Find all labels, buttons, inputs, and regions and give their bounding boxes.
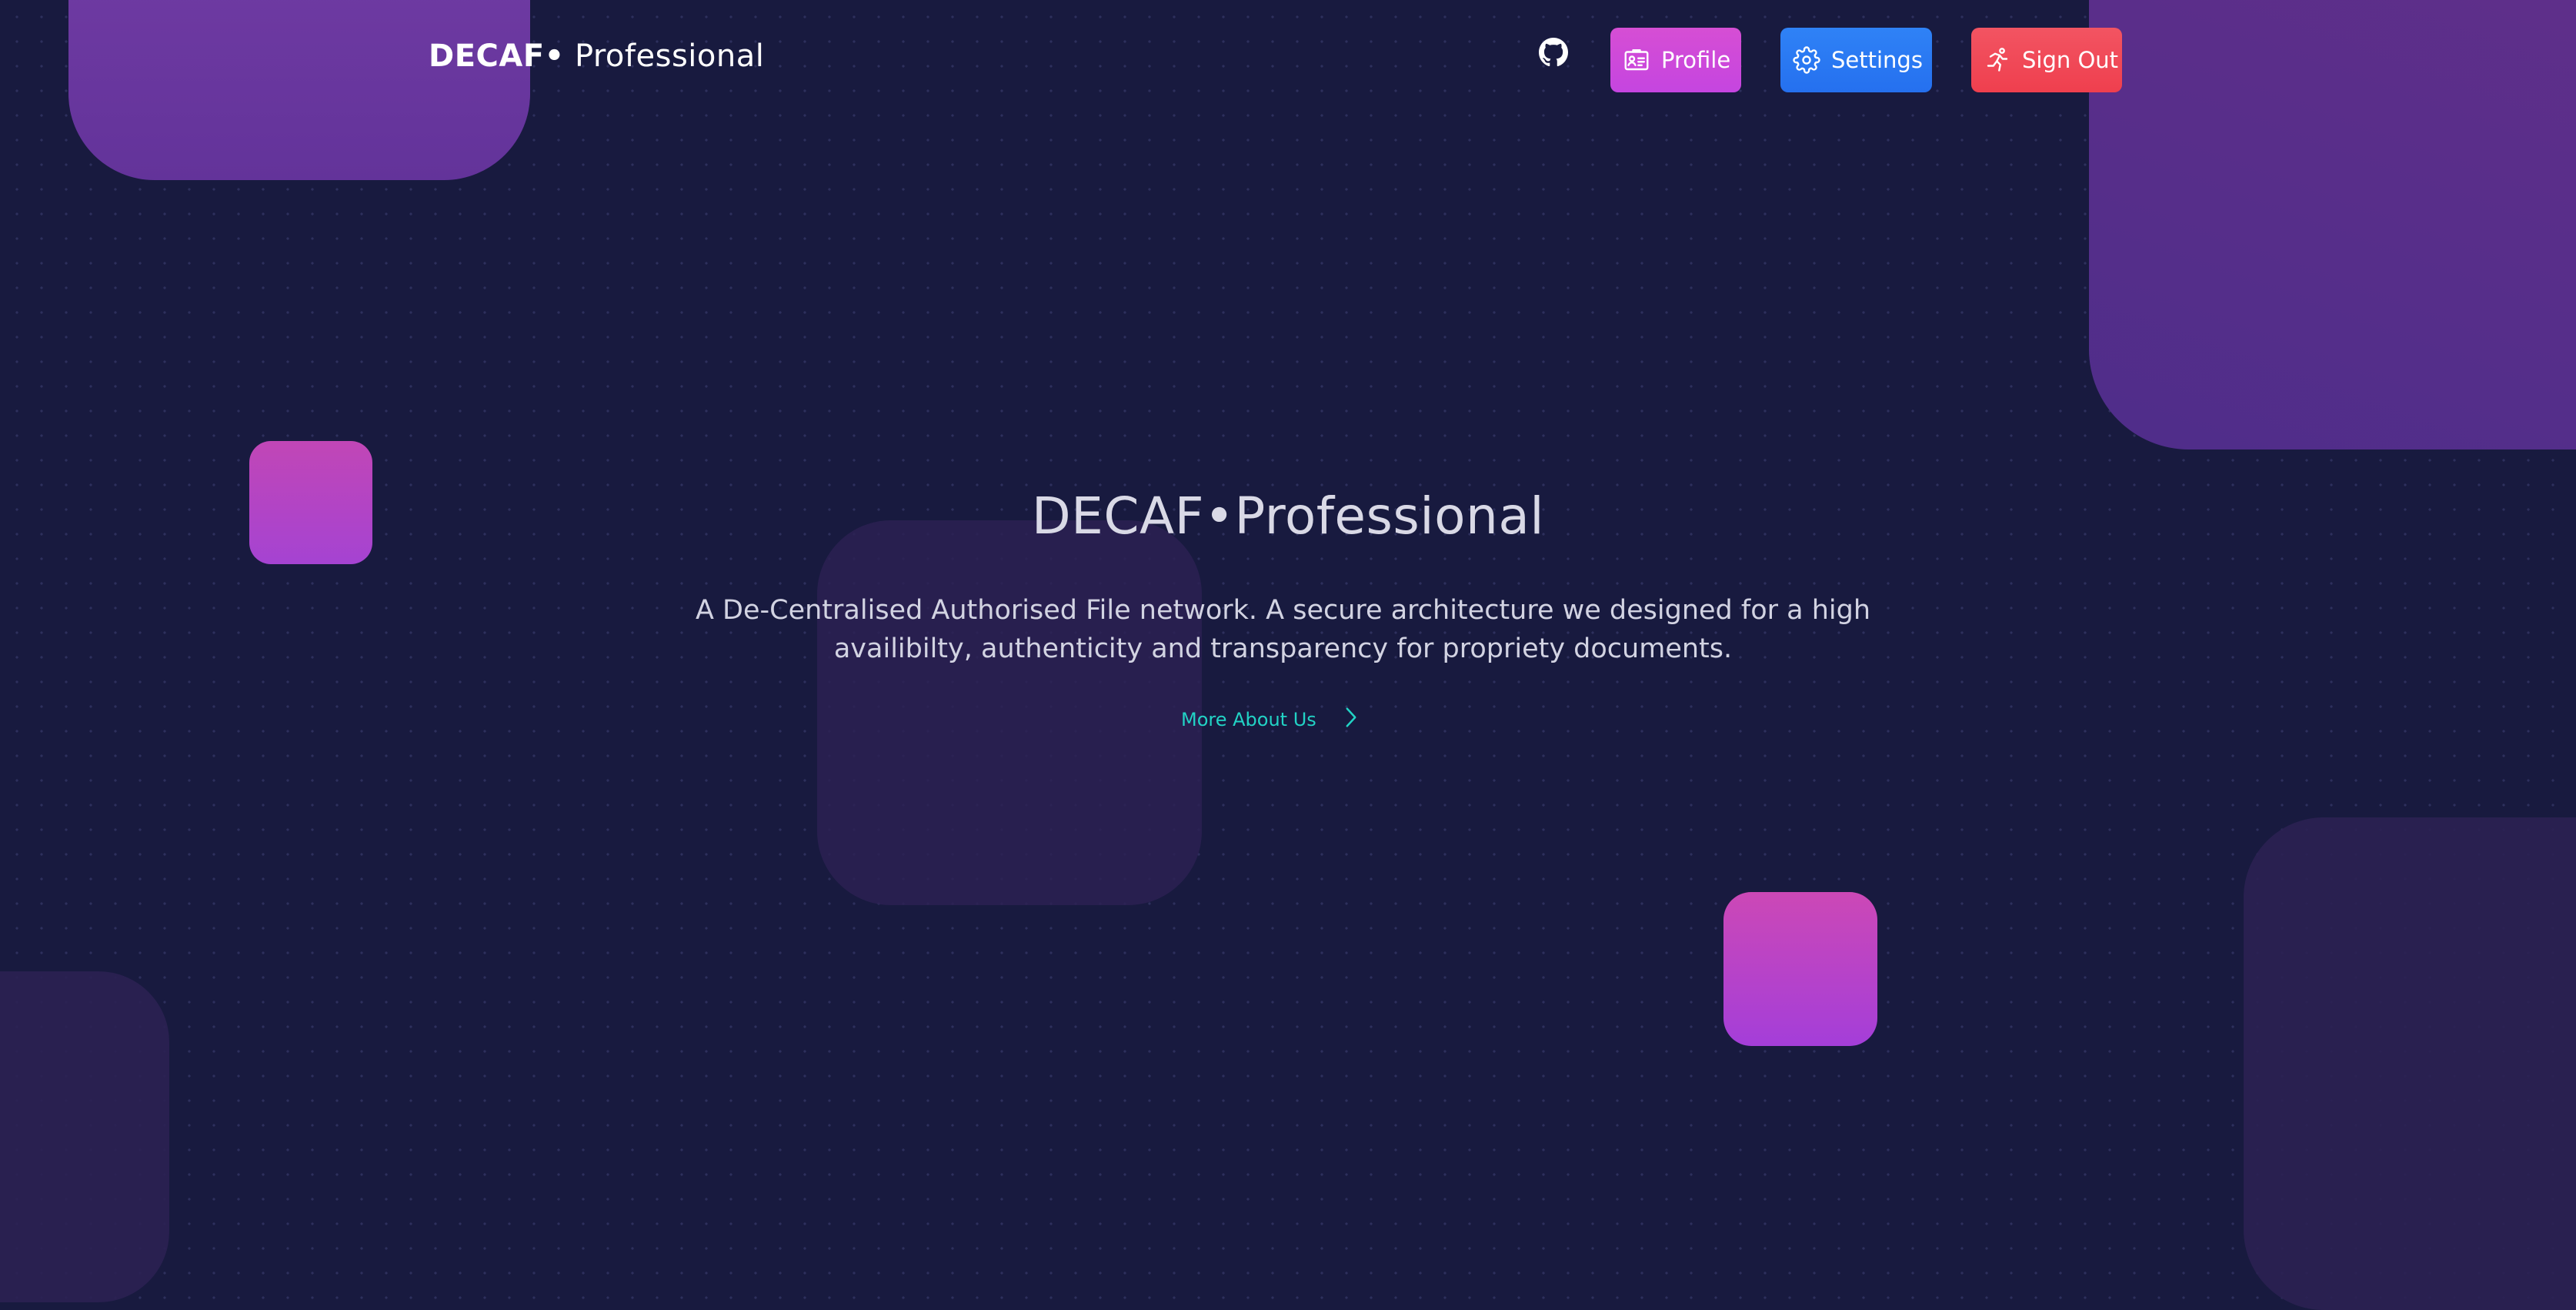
gear-icon (1793, 45, 1820, 75)
brand-name-bold: DECAF• (429, 38, 565, 74)
sign-out-button[interactable]: Sign Out (1971, 28, 2122, 92)
profile-button-label: Profile (1661, 47, 1731, 73)
id-card-icon (1623, 45, 1650, 75)
hero-description: A De-Centralised Authorised File network… (695, 595, 1871, 664)
decorative-shape-center (817, 520, 1202, 905)
settings-button-label: Settings (1831, 47, 1923, 73)
running-person-icon (1984, 45, 2011, 75)
brand-name-light: Professional (564, 38, 765, 74)
more-about-us-label: More About Us (1181, 709, 1316, 730)
decorative-shape-bottom-left (0, 971, 169, 1302)
decorative-shape-bottom-right (2244, 817, 2576, 1310)
sign-out-button-label: Sign Out (2022, 47, 2119, 73)
decorative-shape-top-left (68, 0, 530, 180)
decorative-square-pink-right (1723, 892, 1877, 1046)
github-icon (1539, 38, 1568, 70)
chevron-right-icon (1344, 707, 1358, 733)
hero-title: DECAF•Professional (1031, 486, 1545, 546)
settings-button[interactable]: Settings (1780, 28, 1932, 92)
more-about-us-link[interactable]: More About Us (1181, 707, 1358, 733)
github-link[interactable] (1538, 38, 1569, 69)
profile-button[interactable]: Profile (1610, 28, 1741, 92)
brand-logo[interactable]: DECAF• Professional (429, 38, 764, 74)
decorative-shape-top-right (2089, 0, 2576, 449)
